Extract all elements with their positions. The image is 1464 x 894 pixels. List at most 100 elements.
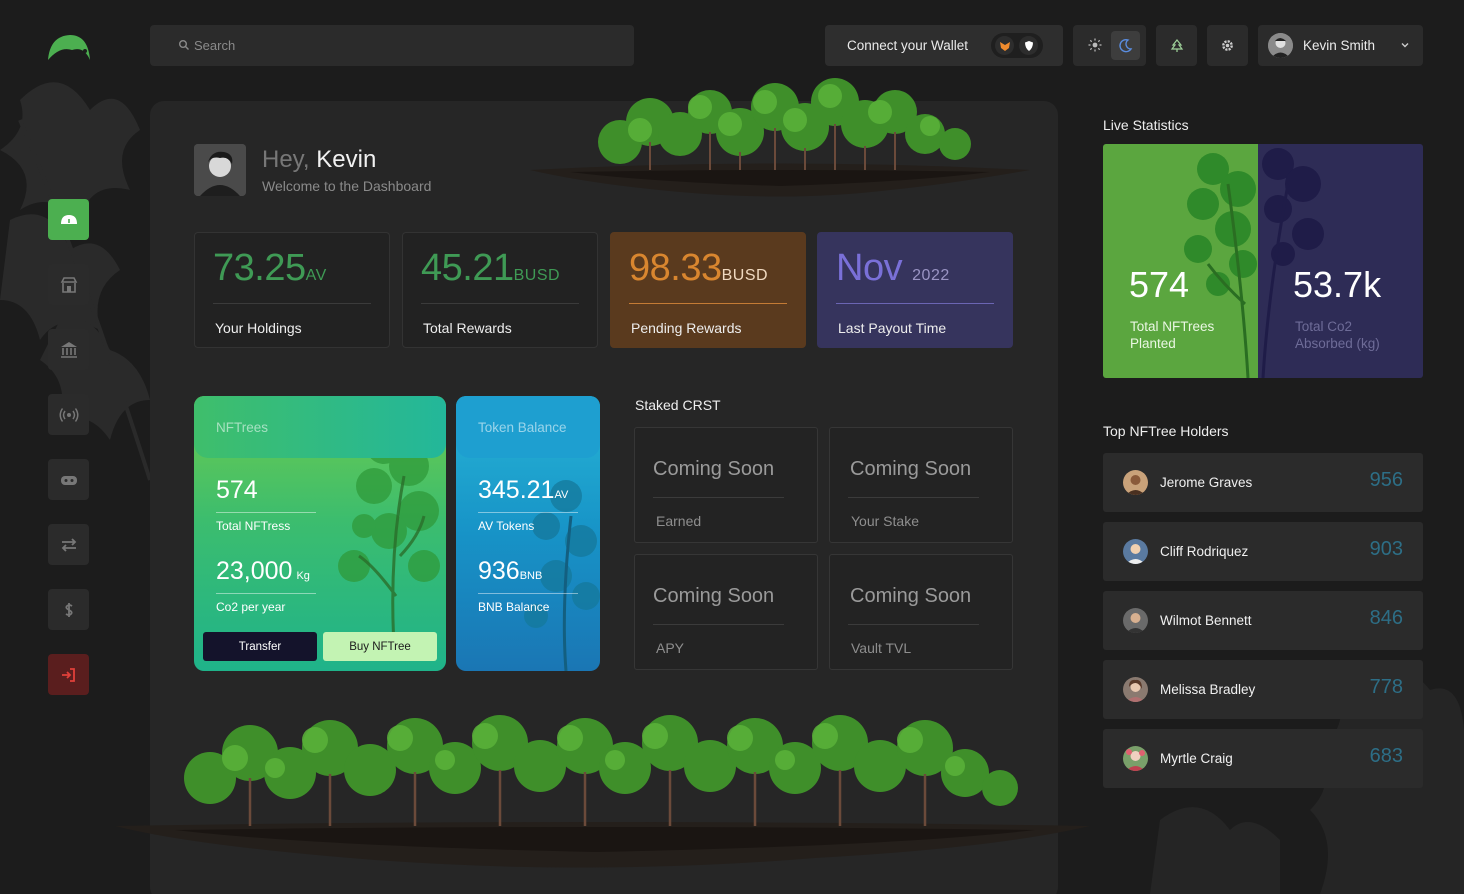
search-input[interactable]: Search (150, 25, 634, 66)
co2-label: Co2 per year (216, 600, 286, 614)
divider (848, 624, 979, 625)
stat-card-holdings: 73.25AV Your Holdings (194, 232, 390, 348)
staked-value: Coming Soon (653, 458, 775, 480)
staked-value: Coming Soon (653, 585, 775, 607)
label-line: Total NFTrees (1130, 319, 1215, 334)
value-number: 23,000 (216, 557, 293, 585)
dark-mode-button[interactable] (1111, 31, 1140, 60)
holder-name: Jerome Graves (1160, 475, 1253, 490)
value-unit: AV (554, 489, 569, 501)
transfer-button[interactable]: Transfer (203, 632, 317, 661)
staked-label: APY (656, 640, 685, 656)
search-placeholder: Search (194, 38, 236, 53)
sidebar-item-games[interactable] (48, 459, 89, 500)
holder-avatar (1123, 470, 1148, 495)
holder-score: 903 (1369, 538, 1403, 560)
sidebar-item-logout[interactable] (48, 654, 89, 695)
stat-label: Your Holdings (215, 320, 302, 336)
light-mode-button[interactable] (1081, 31, 1109, 59)
staked-label: Earned (656, 513, 702, 529)
planted-value: 574 (1129, 264, 1190, 305)
holder-name: Myrtle Craig (1160, 751, 1233, 766)
theme-toggle[interactable] (1073, 25, 1146, 66)
store-icon (60, 276, 77, 293)
greeting-avatar (194, 144, 246, 196)
nftrees-total-label: Total NFTress (216, 519, 291, 533)
greeting-title: Hey, Kevin (262, 146, 376, 174)
sidebar-item-store[interactable] (48, 264, 89, 305)
value-number: 574 (216, 476, 258, 504)
connect-wallet-button[interactable]: Connect your Wallet (825, 25, 1063, 66)
sidebar-item-broadcast[interactable] (48, 394, 89, 435)
label-line: Absorbed (kg) (1295, 336, 1380, 351)
staked-title: Staked CRST (635, 397, 721, 413)
user-name: Kevin Smith (1303, 38, 1376, 53)
stat-unit: BUSD (513, 267, 561, 284)
bnb-label: BNB Balance (478, 600, 550, 614)
stat-number: Nov (836, 247, 903, 289)
label-line: Total Co2 (1295, 319, 1353, 334)
stat-label: Total Rewards (423, 320, 512, 336)
holder-row[interactable]: Jerome Graves 956 (1103, 453, 1423, 512)
user-avatar (1268, 33, 1293, 58)
divider (653, 624, 784, 625)
staked-vault-tvl-card: Coming Soon Vault TVL (829, 554, 1013, 670)
holder-avatar (1123, 677, 1148, 702)
value-unit: Kg (296, 570, 310, 582)
bank-icon (60, 341, 77, 358)
stat-label: Pending Rewards (631, 320, 742, 336)
holder-score: 846 (1369, 607, 1403, 629)
stat-card-last-payout: Nov 2022 Last Payout Time (817, 232, 1013, 348)
staked-your-stake-card: Coming Soon Your Stake (829, 427, 1013, 543)
stat-unit: 2022 (912, 267, 950, 284)
settings-button[interactable] (1207, 25, 1248, 66)
sidebar-item-dashboard[interactable] (48, 199, 89, 240)
stat-value: 45.21BUSD (421, 247, 560, 290)
sidebar-item-finance[interactable] (48, 589, 89, 630)
buy-nftree-button[interactable]: Buy NFTree (323, 632, 437, 661)
stat-unit: BUSD (721, 267, 769, 284)
stat-number: 45.21 (421, 247, 514, 289)
sidebar-item-bank[interactable] (48, 329, 89, 370)
dashboard: Search Connect your Wallet Kevin Smith H… (0, 0, 1464, 894)
brand-logo[interactable] (46, 32, 92, 62)
moon-icon (1119, 38, 1133, 53)
holder-row[interactable]: Melissa Bradley 778 (1103, 660, 1423, 719)
greeting-subtitle: Welcome to the Dashboard (262, 178, 432, 194)
stat-value: 73.25AV (213, 247, 327, 290)
holder-score: 956 (1369, 469, 1403, 491)
nftrees-card: NFTrees 574 Total NFTress 23,000 Kg Co2 p… (194, 396, 446, 671)
stat-value: Nov 2022 (836, 247, 950, 290)
holder-avatar (1123, 608, 1148, 633)
sun-icon (1088, 38, 1102, 52)
tree-button[interactable] (1156, 25, 1197, 66)
gamepad-icon (60, 475, 77, 485)
user-menu[interactable]: Kevin Smith (1258, 25, 1423, 66)
divider (478, 593, 578, 594)
stat-label: Last Payout Time (838, 320, 947, 336)
card-title: NFTrees (216, 420, 269, 435)
connect-wallet-label: Connect your Wallet (847, 38, 969, 53)
divider (216, 593, 316, 594)
holder-score: 778 (1369, 676, 1403, 698)
holder-row[interactable]: Myrtle Craig 683 (1103, 729, 1423, 788)
holder-avatar (1123, 746, 1148, 771)
co2-value: 23,000 Kg (216, 557, 310, 586)
divider (213, 303, 371, 304)
card-title: Token Balance (478, 420, 567, 435)
holder-row[interactable]: Cliff Rodriquez 903 (1103, 522, 1423, 581)
value-number: 936 (478, 557, 520, 585)
metamask-icon (995, 36, 1014, 55)
live-statistics-title: Live Statistics (1103, 117, 1189, 133)
dashboard-icon (60, 214, 77, 224)
live-statistics-card: 574 Total NFTrees Planted 53.7k Total Co… (1103, 144, 1423, 378)
gear-icon (1222, 40, 1233, 51)
holder-row[interactable]: Wilmot Bennett 846 (1103, 591, 1423, 650)
divider (653, 497, 784, 498)
trustwallet-icon (1019, 36, 1038, 55)
chevron-down-icon (1401, 43, 1409, 48)
value-unit: BNB (519, 570, 543, 582)
sidebar-item-swap[interactable] (48, 524, 89, 565)
staked-label: Vault TVL (851, 640, 912, 656)
holder-name: Wilmot Bennett (1160, 613, 1252, 628)
